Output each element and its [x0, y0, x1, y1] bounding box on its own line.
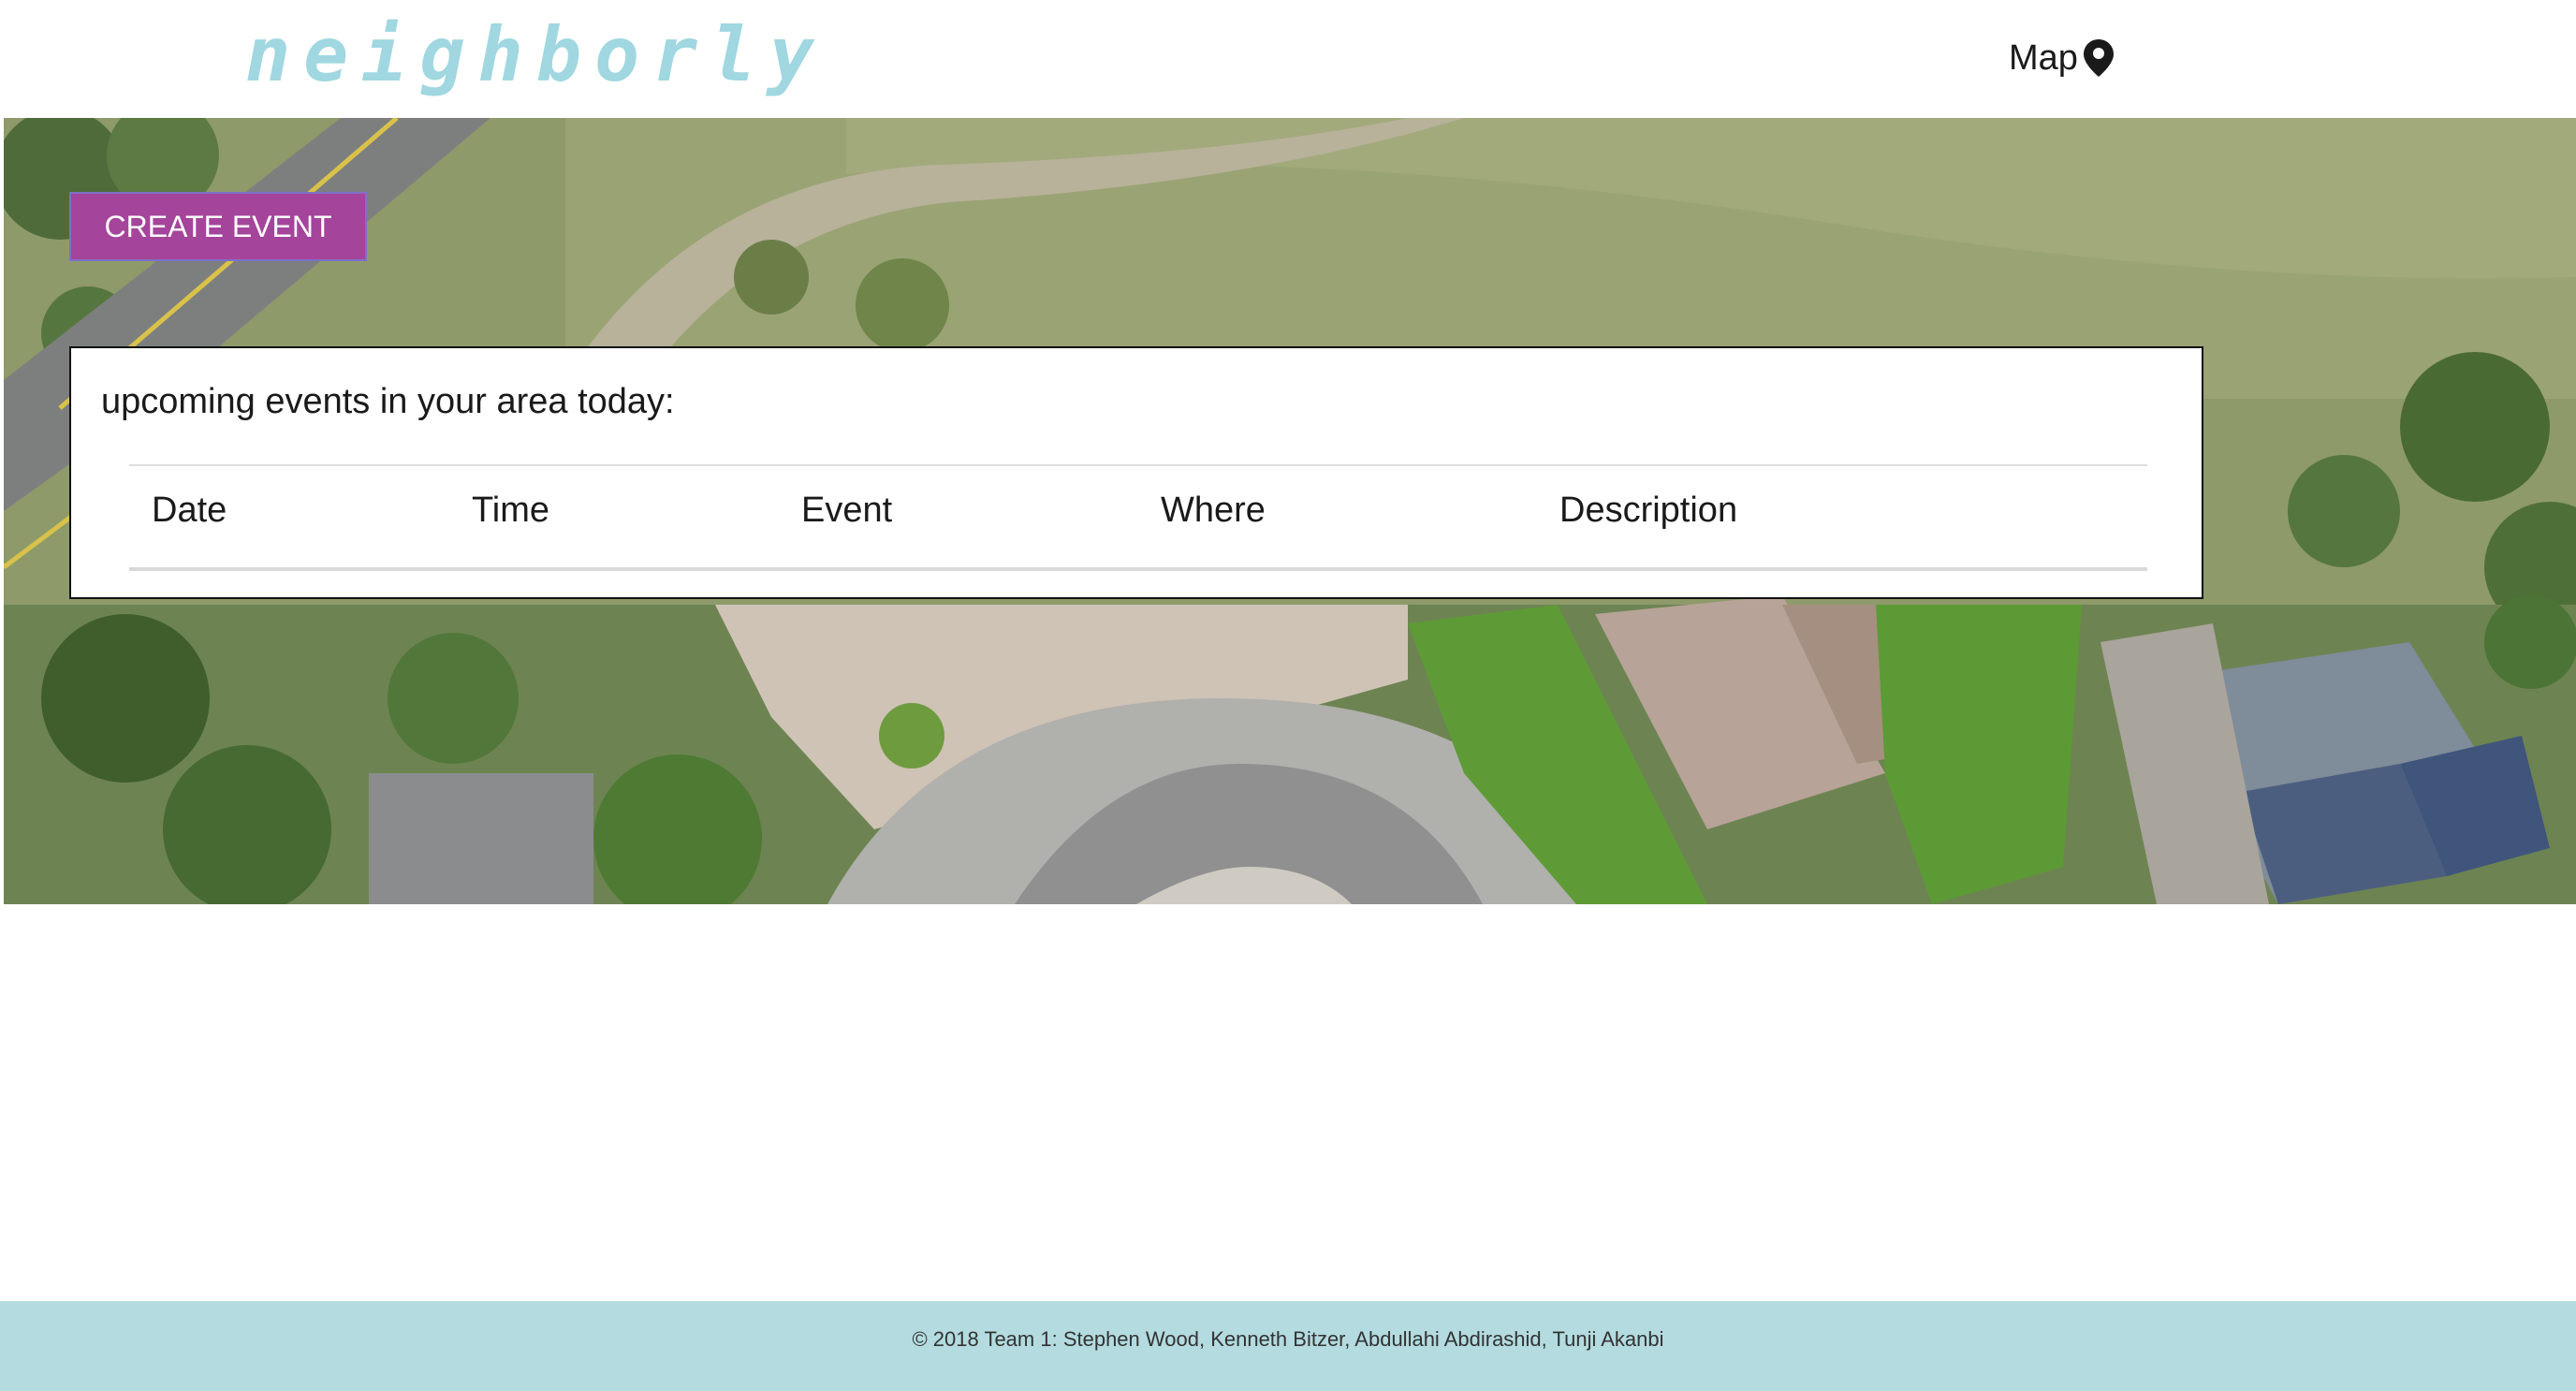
- upcoming-events-panel: upcoming events in your area today: Date…: [69, 346, 2203, 599]
- events-heading: upcoming events in your area today:: [101, 382, 675, 421]
- column-header-date[interactable]: Date: [152, 491, 227, 531]
- column-header-time[interactable]: Time: [472, 491, 549, 531]
- navbar: neighborly Map: [0, 0, 2576, 118]
- column-header-where[interactable]: Where: [1161, 491, 1266, 531]
- column-header-description[interactable]: Description: [1559, 491, 1737, 531]
- map-link[interactable]: Map: [2009, 32, 2114, 84]
- table-header-divider: [129, 567, 2147, 571]
- footer: © 2018 Team 1: Stephen Wood, Kenneth Bit…: [0, 1301, 2576, 1391]
- brand-logo[interactable]: neighborly: [245, 4, 827, 107]
- create-event-button[interactable]: CREATE EVENT: [69, 192, 367, 261]
- footer-copyright: © 2018 Team 1: Stephen Wood, Kenneth Bit…: [912, 1327, 1664, 1351]
- map-marker-icon: [2083, 39, 2114, 77]
- hero-aerial-image: CREATE EVENT upcoming events in your are…: [4, 118, 2576, 904]
- column-header-event[interactable]: Event: [801, 491, 892, 531]
- map-link-label: Map: [2009, 37, 2078, 78]
- table-divider: [129, 464, 2147, 466]
